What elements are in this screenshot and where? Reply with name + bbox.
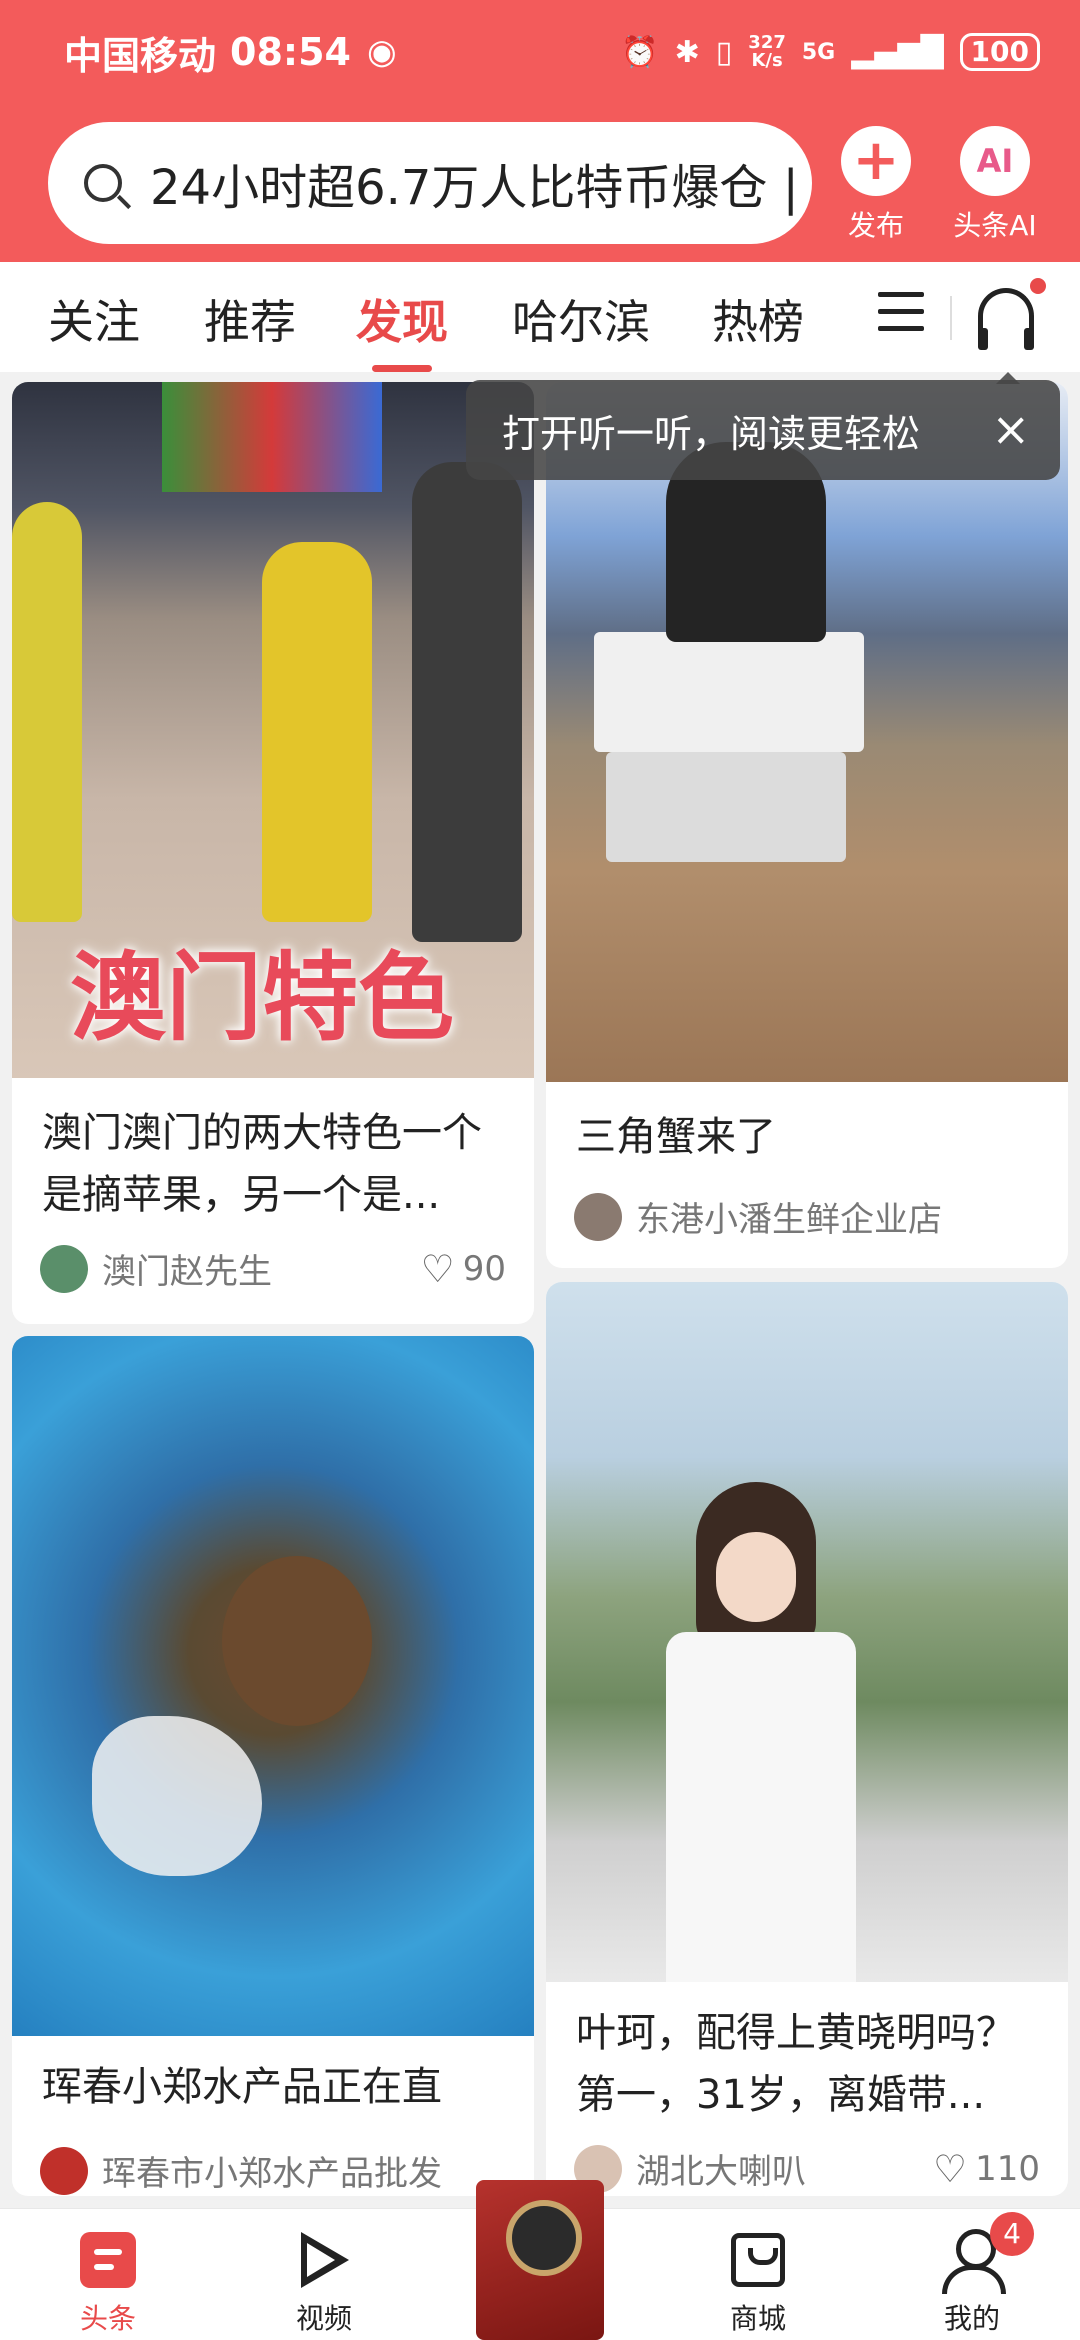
heart-icon: ♡	[933, 2146, 968, 2191]
listen-tooltip: 打开听一听，阅读更轻松 ×	[466, 372, 1060, 480]
header-bar: 中国移动 08:54 ◉ ⏰ ✱ ▯ 327 K/s 5G ▂▄▆█ 100 2…	[0, 0, 1080, 262]
tab-recommend[interactable]: 推荐	[204, 286, 296, 352]
avatar	[574, 1192, 622, 1241]
bluetooth-icon: ✱	[674, 34, 700, 70]
alarm-icon: ⏰	[621, 34, 659, 70]
card-image	[546, 382, 1068, 1082]
card-image	[12, 1336, 534, 2036]
card-title: 澳门澳门的两大特色一个是摘苹果，另一个是...	[42, 1110, 482, 1218]
like-number: 110	[975, 2148, 1040, 2189]
status-bar: 中国移动 08:54 ◉ ⏰ ✱ ▯ 327 K/s 5G ▂▄▆█ 100	[64, 24, 1040, 80]
author-name: 东港小潘生鲜企业店	[636, 1200, 942, 1240]
headphones-dot	[1030, 278, 1046, 294]
net-speed-unit: K/s	[751, 50, 783, 71]
tooltip-text: 打开听一听，阅读更轻松	[502, 411, 921, 456]
like-count[interactable]: ♡ 90	[421, 1247, 506, 1291]
ai-icon: AI	[960, 126, 1030, 196]
nav-mall-label: 商城	[729, 2302, 786, 2335]
status-icons: ⏰ ✱ ▯ 327 K/s 5G ▂▄▆█ 100	[621, 33, 1040, 71]
close-icon[interactable]: ×	[991, 404, 1030, 454]
tab-discover[interactable]: 发现	[356, 286, 448, 352]
billboard	[162, 382, 382, 492]
notification-badge: 4	[990, 2212, 1034, 2256]
card-meta: 湖北大喇叭 ♡ 110	[574, 2144, 1040, 2193]
vibrate-icon: ▯	[715, 34, 733, 70]
scale	[606, 752, 846, 862]
phone-promo-image[interactable]	[476, 2180, 604, 2340]
nav-mall[interactable]: 商城	[698, 2227, 818, 2337]
nav-video[interactable]: 视频	[264, 2227, 384, 2337]
publish-label: 发布	[847, 209, 904, 242]
basket	[594, 632, 864, 752]
tab-follow[interactable]: 关注	[48, 286, 140, 352]
tab-harbin[interactable]: 哈尔滨	[512, 286, 650, 352]
like-count[interactable]: ♡ 110	[933, 2147, 1040, 2191]
avatar	[40, 1244, 88, 1293]
feed-card[interactable]: 珲春小郑水产品正在直 珲春市小郑水产品批发	[12, 1336, 534, 2196]
toutiao-ai-button[interactable]: AI 头条AI	[940, 126, 1050, 244]
person-figure	[12, 502, 82, 922]
card-title: 珲春小郑水产品正在直	[42, 2064, 442, 2110]
card-title: 三角蟹来了	[576, 1114, 776, 1160]
feed-card[interactable]: 三角蟹来了 东港小潘生鲜企业店	[546, 382, 1068, 1268]
channel-menu-icon[interactable]	[878, 292, 924, 343]
headphones-icon[interactable]	[978, 288, 1034, 350]
card-title: 叶珂，配得上黄晓明吗？第一，31岁，离婚带...	[576, 2010, 1016, 2118]
person-figure	[412, 462, 522, 942]
card-meta: 珲春市小郑水产品批发	[40, 2146, 506, 2195]
foam	[92, 1716, 262, 1876]
battery-indicator: 100	[959, 33, 1040, 71]
ai-label: 头条AI	[953, 209, 1037, 242]
signal-icon: ▂▄▆█	[851, 34, 944, 70]
overlay-caption: 澳门特色	[70, 942, 454, 1054]
feed-card[interactable]: 叶珂，配得上黄晓明吗？第一，31岁，离婚带... 湖北大喇叭 ♡ 110	[546, 1282, 1068, 2196]
eye-icon: ◉	[366, 32, 397, 72]
heart-icon: ♡	[420, 1246, 455, 1291]
news-icon	[80, 2232, 136, 2288]
card-image	[546, 1282, 1068, 1982]
nav-video-label: 视频	[295, 2302, 352, 2335]
search-bar[interactable]: 24小时超6.7万人比特币爆仓 | 3	[48, 122, 812, 244]
publish-button[interactable]: + 发布	[826, 126, 926, 244]
nav-home[interactable]: 头条	[48, 2227, 168, 2337]
play-icon	[297, 2230, 351, 2290]
tab-divider	[950, 296, 952, 340]
dress	[666, 1632, 856, 1982]
shopping-bag-icon	[731, 2233, 785, 2287]
card-meta: 东港小潘生鲜企业店	[574, 1192, 1040, 1241]
author-name: 湖北大喇叭	[636, 2152, 806, 2192]
author-name: 澳门赵先生	[102, 1252, 272, 1292]
person-figure	[262, 542, 372, 922]
nav-profile-label: 我的	[943, 2302, 1000, 2335]
crab-body	[222, 1556, 372, 1726]
ai-icon-text: AI	[976, 142, 1014, 180]
author-name: 珲春市小郑水产品批发	[102, 2154, 442, 2194]
feed-card[interactable]: 澳门特色 澳门澳门的两大特色一个是摘苹果，另一个是... 澳门赵先生 ♡ 90	[12, 382, 534, 1324]
like-number: 90	[462, 1248, 506, 1289]
avatar	[40, 2146, 88, 2195]
carrier-label: 中国移动	[64, 33, 217, 78]
face	[716, 1532, 796, 1622]
tab-hot-list[interactable]: 热榜	[712, 286, 804, 352]
plus-icon: +	[841, 126, 911, 196]
clock: 08:54	[230, 30, 351, 74]
network-type: 5G	[801, 39, 836, 65]
card-meta: 澳门赵先生 ♡ 90	[40, 1244, 506, 1293]
nav-home-label: 头条	[79, 2302, 136, 2335]
search-icon	[84, 164, 122, 202]
net-speed: 327 K/s	[748, 34, 786, 70]
search-hint-text: 24小时超6.7万人比特币爆仓 | 3	[150, 160, 812, 216]
